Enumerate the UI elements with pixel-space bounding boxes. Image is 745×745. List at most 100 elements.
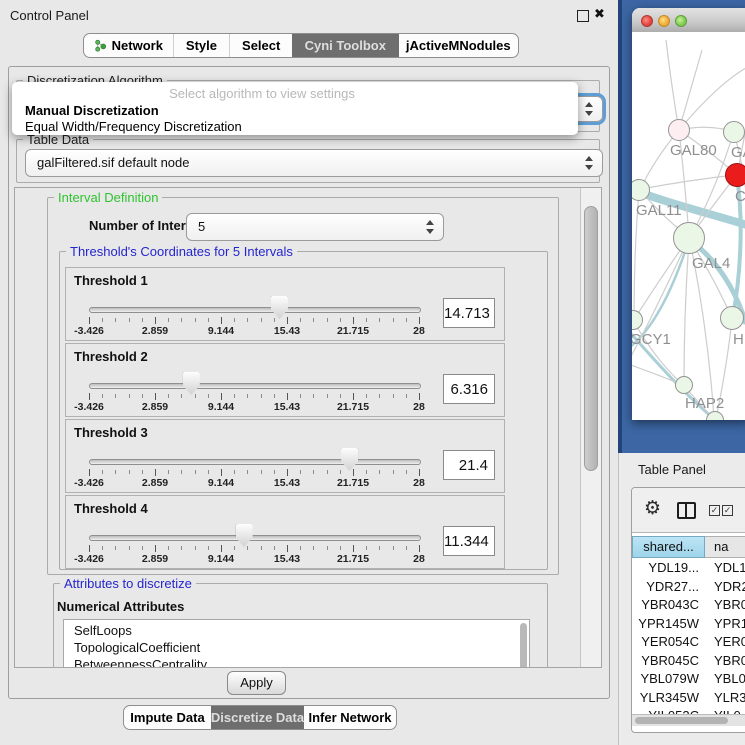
slider-scale-labels: -3.4262.8599.14415.4321.71528 — [89, 553, 419, 565]
threshold-value-field[interactable]: 21.4 — [443, 450, 495, 480]
dropdown-item-equal-width-frequency[interactable]: Equal Width/Frequency Discretization — [25, 119, 242, 134]
table-row[interactable]: YLR345WYLR3 — [632, 689, 745, 708]
network-node[interactable] — [632, 310, 643, 330]
network-node[interactable] — [706, 411, 724, 420]
slider-ticks — [89, 545, 419, 553]
network-node-label: GAL4 — [692, 255, 730, 272]
network-node[interactable] — [668, 119, 690, 141]
network-node[interactable] — [673, 222, 705, 254]
tab-label: jActiveMNodules — [406, 34, 511, 57]
table-row[interactable]: YPR145WYPR1 — [632, 615, 745, 634]
network-view-window[interactable]: GAL80GACGAL11GAL4GCY1HHAP2 — [632, 8, 745, 420]
panel-title: Control Panel — [10, 8, 89, 23]
dropdown-hint: Select algorithm to view settings — [72, 86, 452, 101]
attribute-list-item[interactable]: BetweennessCentrality — [64, 654, 529, 668]
network-node[interactable] — [675, 376, 693, 394]
threshold-label: Threshold 2 — [74, 349, 148, 364]
apply-button[interactable]: Apply — [227, 671, 286, 695]
slider-thumb[interactable] — [236, 524, 253, 547]
tab-style[interactable]: Style — [173, 34, 230, 57]
tab-jactivemnodules[interactable]: jActiveMNodules — [399, 34, 518, 57]
desktop-background: GAL80GACGAL11GAL4GCY1HHAP2 — [618, 0, 745, 453]
network-node-label: GCY1 — [632, 331, 671, 348]
slider-track[interactable] — [89, 535, 421, 541]
tab-infer-network[interactable]: Infer Network — [304, 706, 396, 729]
network-node-label: GAL80 — [670, 142, 717, 159]
tab-label: Infer Network — [308, 706, 391, 729]
slider-track[interactable] — [89, 459, 421, 465]
table-row[interactable]: YDR27...YDR2 — [632, 578, 745, 597]
table-data-combobox[interactable]: galFiltered.sif default node — [25, 149, 603, 177]
table-row[interactable]: YDL19...YDL1 — [632, 559, 745, 578]
window-zoom-icon[interactable] — [675, 15, 687, 27]
tab-discretize-data[interactable]: Discretize Data — [211, 706, 304, 729]
window-minimize-icon[interactable] — [658, 15, 670, 27]
table-row[interactable]: YIL052CYIL0 — [632, 707, 745, 714]
attribute-list-item[interactable]: TopologicalCoefficient — [64, 637, 529, 654]
threshold-value-field[interactable]: 6.316 — [443, 374, 495, 404]
slider-track[interactable] — [89, 383, 421, 389]
table-row[interactable]: YBR043CYBR0 — [632, 596, 745, 615]
number-of-intervals-combobox[interactable]: 5 — [186, 213, 444, 241]
tab-label: Discretize Data — [211, 706, 304, 729]
threshold-value-field[interactable]: 14.713 — [443, 298, 495, 328]
network-node[interactable] — [725, 163, 745, 187]
tab-network[interactable]: Network — [84, 34, 173, 57]
network-canvas[interactable]: GAL80GACGAL11GAL4GCY1HHAP2 — [632, 32, 745, 420]
tab-impute-data[interactable]: Impute Data — [124, 706, 211, 729]
slider-ticks — [89, 317, 419, 325]
checkbox-icon[interactable]: ✓ — [722, 505, 733, 516]
threshold-label: Threshold 1 — [74, 273, 148, 288]
window-close-icon[interactable] — [641, 15, 653, 27]
combo-value: galFiltered.sif default node — [37, 155, 189, 170]
network-node-label: GA — [731, 144, 745, 161]
slider-track[interactable] — [89, 307, 421, 313]
column-header-shared-name[interactable]: shared... — [632, 536, 705, 558]
horizontal-scrollbar-thumb[interactable] — [635, 717, 728, 724]
slider-thumb[interactable] — [341, 448, 358, 471]
numerical-attributes-list[interactable]: SelfLoopsTopologicalCoefficientBetweenne… — [63, 619, 530, 668]
horizontal-scrollbar-track[interactable] — [632, 714, 745, 726]
threshold-label: Threshold 4 — [74, 501, 148, 516]
window-titlebar[interactable] — [632, 8, 745, 33]
algorithm-dropdown-popup: Select algorithm to view settings Manual… — [12, 82, 578, 135]
network-node-label: C — [735, 188, 745, 205]
table-row[interactable]: YBL079WYBL0 — [632, 670, 745, 689]
vertical-scrollbar-track[interactable] — [580, 188, 601, 667]
network-node[interactable] — [720, 306, 744, 330]
table-row[interactable]: YBR045CYBR0 — [632, 652, 745, 671]
combo-spinner-icon — [426, 220, 434, 234]
gear-icon[interactable]: ⚙ — [644, 497, 661, 520]
slider-ticks — [89, 469, 419, 477]
table-panel-section: Table Panel ⚙ ✓ ✓ shared... na YDL19...Y… — [618, 453, 745, 745]
tab-select[interactable]: Select — [229, 34, 292, 57]
vertical-scrollbar-thumb[interactable] — [584, 206, 598, 471]
slider-thumb[interactable] — [183, 372, 200, 395]
threshold-4-panel: Threshold 4 -3.4262.8599.14415.4321.7152… — [65, 495, 505, 569]
slider-thumb[interactable] — [271, 296, 288, 319]
threshold-2-panel: Threshold 2 -3.4262.8599.14415.4321.7152… — [65, 343, 505, 417]
network-node[interactable] — [723, 121, 745, 143]
table-toolbar: ⚙ ✓ ✓ — [632, 488, 745, 533]
threshold-value-field[interactable]: 11.344 — [443, 526, 495, 556]
attribute-list-item[interactable]: SelfLoops — [64, 620, 529, 637]
list-scrollbar[interactable] — [520, 623, 527, 668]
float-window-icon[interactable] — [577, 10, 589, 22]
cyni-mode-tabbar: Impute Data Discretize Data Infer Networ… — [123, 705, 397, 730]
slider-scale-labels: -3.4262.8599.14415.4321.71528 — [89, 477, 419, 489]
table-body: YDL19...YDL1YDR27...YDR2YBR043CYBR0YPR14… — [632, 559, 745, 714]
checkbox-icon[interactable]: ✓ — [709, 505, 720, 516]
node-table: ⚙ ✓ ✓ shared... na YDL19...YDL1YDR27...Y… — [631, 487, 745, 733]
combo-value: 5 — [198, 219, 205, 234]
dropdown-item-manual-discretization[interactable]: Manual Discretization — [25, 103, 159, 118]
tab-label: Select — [242, 34, 280, 57]
columns-icon[interactable] — [677, 502, 696, 519]
group-label: Attributes to discretize — [60, 576, 196, 591]
close-icon[interactable]: ✖ — [594, 6, 605, 22]
network-node[interactable] — [632, 179, 650, 201]
tab-cyni-toolbox[interactable]: Cyni Toolbox — [292, 34, 399, 57]
table-panel-title: Table Panel — [638, 462, 706, 477]
slider-ticks — [89, 393, 419, 401]
column-header-name[interactable]: na — [705, 536, 745, 558]
table-row[interactable]: YER054CYER0 — [632, 633, 745, 652]
